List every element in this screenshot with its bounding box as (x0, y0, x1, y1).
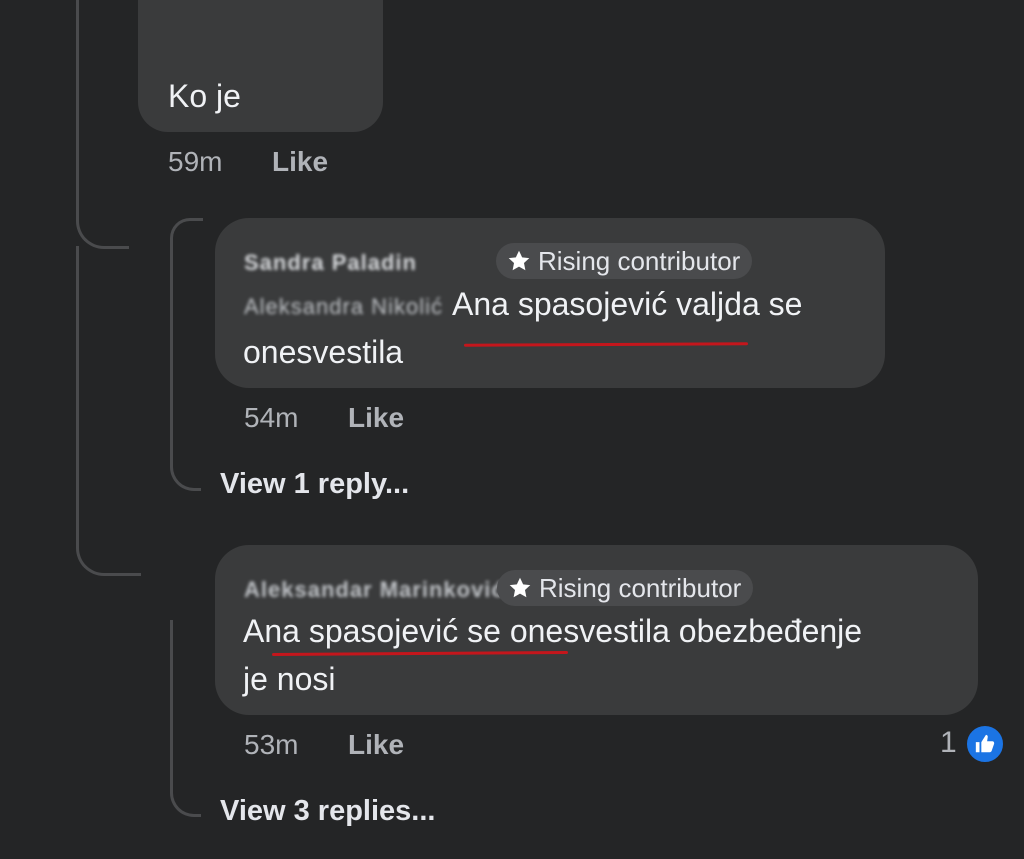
reply-text-line-1: Ana spasojević valjda se (452, 286, 803, 322)
reply-timestamp: 53m (244, 729, 299, 760)
reply-timestamp: 54m (244, 402, 299, 433)
like-button[interactable]: Like (348, 729, 404, 761)
thread-line-main (76, 0, 129, 249)
comment-timestamp: 59m (168, 146, 223, 177)
view-replies-link[interactable]: View 1 reply... (220, 468, 409, 501)
thread-line-reply-1-lower (170, 238, 201, 491)
reply-author-name[interactable]: Sandra Paladin (244, 250, 417, 276)
reaction-count[interactable]: 1 (940, 726, 957, 760)
star-icon (508, 250, 530, 271)
thumbs-up-icon (975, 734, 995, 753)
reply-text-line-1: Ana spasojević se onesvestila obezbeđenj… (243, 613, 863, 649)
like-button[interactable]: Like (272, 146, 328, 178)
view-replies-link[interactable]: View 3 replies... (220, 795, 435, 828)
reply-text-line-2: je nosi (243, 661, 336, 697)
rising-contributor-badge: Rising contributor (497, 570, 754, 606)
thumbs-up-reaction[interactable] (964, 723, 1006, 765)
star-icon (509, 577, 531, 598)
badge-label: Rising contributor (538, 245, 741, 276)
reply-text-line-2: onesvestila (243, 334, 404, 370)
like-button[interactable]: Like (348, 402, 404, 434)
thread-line-main-lower (76, 246, 141, 576)
reply-author-name[interactable]: Aleksandar Marinković (244, 577, 505, 603)
badge-label: Rising contributor (539, 572, 742, 603)
mentioned-user[interactable]: Aleksandra Nikolić (244, 294, 443, 320)
rising-contributor-badge: Rising contributor (496, 243, 753, 279)
thread-line-reply-2 (170, 620, 201, 817)
comment-text: Ko je (168, 78, 241, 114)
